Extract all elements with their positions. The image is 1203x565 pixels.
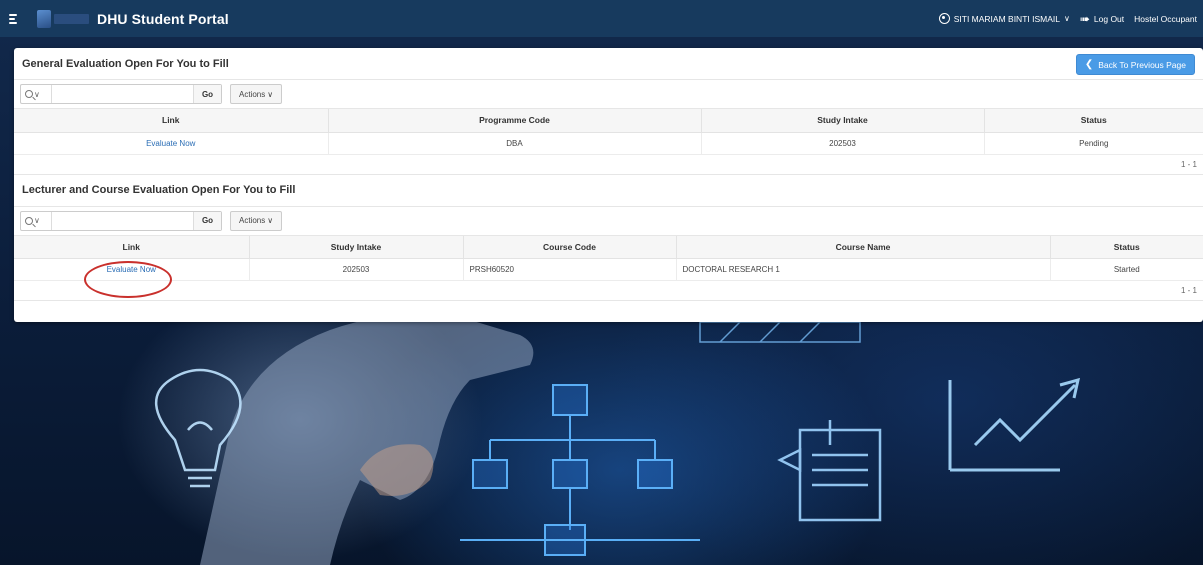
- actions-label: Actions: [239, 89, 266, 99]
- chevron-down-icon: ∨: [267, 89, 274, 99]
- table-row: Evaluate Now 202503 PRSH60520 DOCTORAL R…: [14, 258, 1203, 281]
- general-go-button[interactable]: Go: [193, 85, 221, 103]
- lecturer-pagination: 1 - 1: [14, 281, 1203, 301]
- study-intake-cell: 202503: [701, 132, 985, 155]
- back-button-label: Back To Previous Page: [1098, 59, 1186, 70]
- hostel-occupant-link[interactable]: Hostel Occupant: [1134, 14, 1197, 24]
- column-header-study-intake[interactable]: Study Intake: [249, 235, 464, 259]
- app-title: DHU Student Portal: [97, 10, 229, 27]
- column-header-course-code[interactable]: Course Code: [463, 235, 677, 259]
- chevron-down-icon: ∨: [267, 216, 274, 225]
- evaluate-now-link[interactable]: Evaluate Now: [107, 265, 156, 274]
- lecturer-evaluation-title: Lecturer and Course Evaluation Open For …: [14, 175, 1203, 207]
- user-name: SITI MARIAM BINTI ISMAIL: [953, 13, 1060, 24]
- programme-code-cell: DBA: [328, 132, 702, 155]
- general-actions-button[interactable]: Actions ∨: [230, 84, 283, 104]
- column-header-study-intake[interactable]: Study Intake: [701, 109, 985, 133]
- study-intake-cell: 202503: [249, 258, 464, 281]
- course-code-cell: PRSH60520: [463, 258, 677, 281]
- arrow-left-icon: ❮: [1084, 59, 1094, 70]
- evaluate-now-link[interactable]: Evaluate Now: [146, 139, 195, 148]
- lecturer-actions-button[interactable]: Actions ∨: [230, 210, 283, 231]
- column-header-status[interactable]: Status: [984, 109, 1203, 133]
- general-pagination: 1 - 1: [14, 155, 1203, 175]
- search-icon: [25, 90, 33, 98]
- lecturer-search-input[interactable]: [51, 211, 193, 230]
- search-column-selector[interactable]: ∨: [21, 216, 51, 225]
- top-navigation-bar: DHU Student Portal SITI MARIAM BINTI ISM…: [0, 0, 1203, 37]
- table-row: Evaluate Now DBA 202503 Pending: [14, 132, 1203, 155]
- hostel-label: Hostel Occupant: [1134, 13, 1197, 24]
- chevron-down-icon: ∨: [34, 89, 40, 99]
- status-cell: Started: [1050, 258, 1203, 281]
- evaluation-panel: General Evaluation Open For You to Fill …: [14, 48, 1203, 322]
- course-name-cell: DOCTORAL RESEARCH 1: [676, 258, 1051, 281]
- general-toolbar: ∨ Go Actions ∨: [14, 80, 1203, 109]
- table-header-row: Link Study Intake Course Code Course Nam…: [14, 235, 1203, 259]
- column-header-programme-code[interactable]: Programme Code: [328, 109, 702, 133]
- actions-label: Actions: [239, 216, 266, 225]
- general-evaluation-table: Link Programme Code Study Intake Status …: [14, 109, 1203, 155]
- general-search-box: ∨ Go: [20, 84, 222, 104]
- status-cell: Pending: [984, 132, 1203, 155]
- hamburger-icon[interactable]: [9, 11, 25, 27]
- general-evaluation-title: General Evaluation Open For You to Fill: [14, 48, 1203, 80]
- table-header-row: Link Programme Code Study Intake Status: [14, 109, 1203, 133]
- search-icon: [25, 216, 33, 225]
- back-to-previous-page-button[interactable]: ❮ Back To Previous Page: [1075, 54, 1195, 75]
- column-header-link[interactable]: Link: [14, 109, 329, 133]
- chevron-down-icon: ∨: [34, 216, 40, 225]
- general-search-input[interactable]: [51, 85, 193, 103]
- column-header-link[interactable]: Link: [14, 235, 250, 259]
- logout-link[interactable]: ➠ Log Out: [1080, 13, 1124, 25]
- column-header-status[interactable]: Status: [1050, 235, 1203, 259]
- user-circle-icon: [938, 13, 950, 24]
- logout-icon: ➠: [1079, 11, 1090, 26]
- university-logo[interactable]: [37, 8, 89, 30]
- lecturer-go-button[interactable]: Go: [193, 211, 221, 230]
- search-column-selector[interactable]: ∨: [21, 90, 51, 99]
- logout-label: Log Out: [1093, 13, 1125, 24]
- lecturer-toolbar: ∨ Go Actions ∨: [14, 207, 1203, 236]
- lecturer-evaluation-table: Link Study Intake Course Code Course Nam…: [14, 235, 1203, 281]
- lecturer-search-box: ∨ Go: [20, 210, 222, 231]
- column-header-course-name[interactable]: Course Name: [676, 235, 1051, 259]
- chevron-down-icon: ∨: [1063, 14, 1070, 23]
- user-menu[interactable]: SITI MARIAM BINTI ISMAIL ∨: [938, 13, 1070, 24]
